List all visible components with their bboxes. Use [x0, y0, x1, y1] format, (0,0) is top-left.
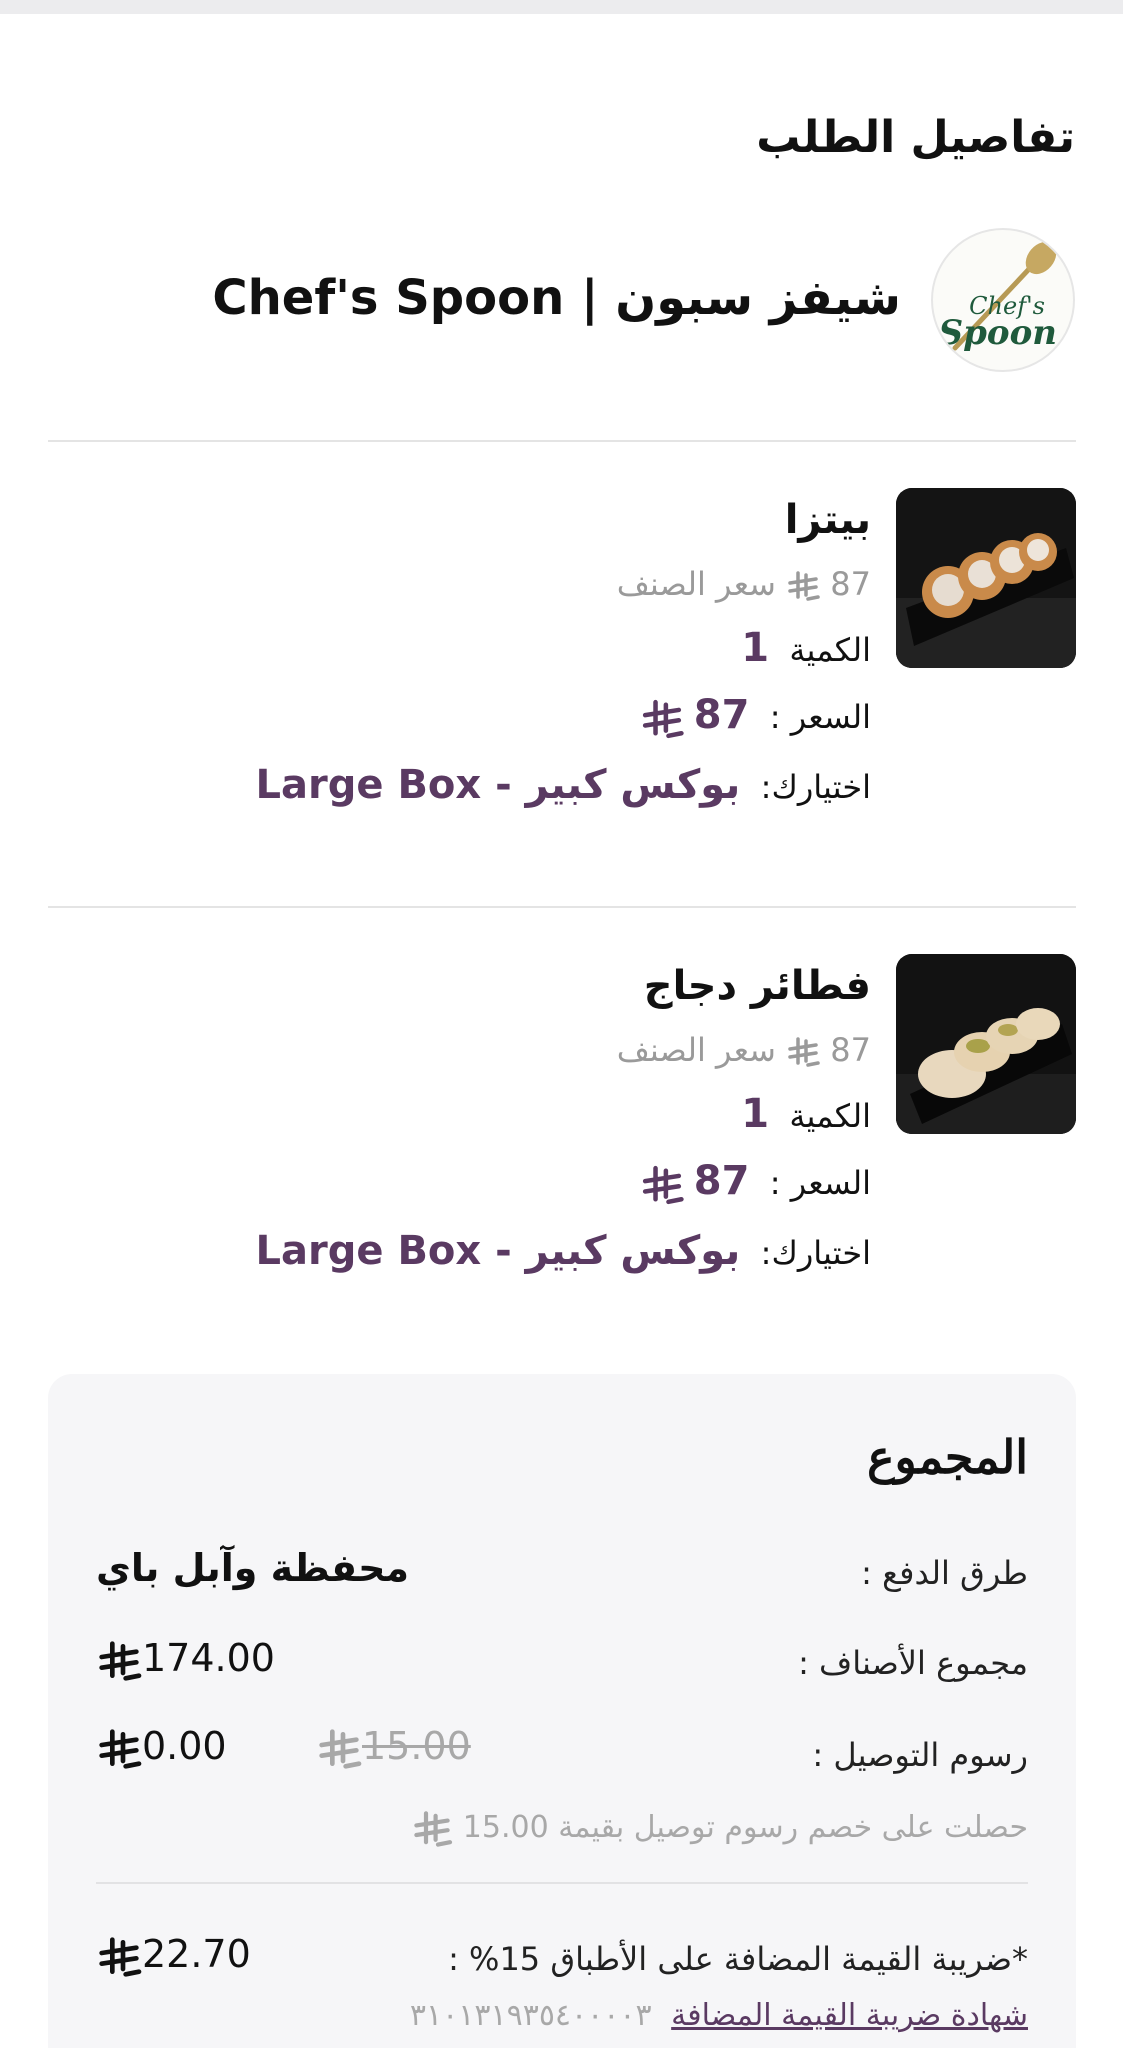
sar-riyal-icon [788, 571, 820, 601]
divider [48, 440, 1076, 442]
sar-riyal-icon [319, 1728, 362, 1769]
item-unit-price: 87 سعر الصنف [616, 565, 871, 603]
delivery-fee-original: 15.00 [316, 1724, 471, 1769]
page-title: تفاصيل الطلب [756, 112, 1075, 163]
sar-riyal-icon [642, 699, 684, 739]
delivery-discount-note: حصلت على خصم رسوم توصيل بقيمة 15.00 [411, 1810, 1028, 1847]
sar-riyal-icon [788, 1037, 820, 1067]
logo-text-bottom: Spoon [939, 313, 1057, 353]
item-unit-price: 87 سعر الصنف [616, 1031, 871, 1069]
restaurant-logo: Chef's Spoon [931, 228, 1075, 372]
vat-certificate: شهادة ضريبة القيمة المضافة ٣١٠١٣١٩٣٥٤٠٠٠… [410, 1998, 1028, 2033]
item-price: السعر : 87 [171, 680, 871, 750]
order-item: بيتزا 87 سعر الصنف الكمية 1 السعر : 87 ا… [48, 488, 1076, 868]
item-image-chicken-pies [896, 954, 1076, 1134]
vat-certificate-number: ٣١٠١٣١٩٣٥٤٠٠٠٠٣ [409, 1998, 652, 2033]
sar-riyal-icon [642, 1165, 684, 1205]
order-summary-card: المجموع طرق الدفع : محفظة وآبل باي مجموع… [48, 1374, 1076, 2048]
subtotal-label: مجموع الأصناف : [798, 1644, 1028, 1682]
vat-certificate-link[interactable]: شهادة ضريبة القيمة المضافة [671, 1998, 1028, 2033]
divider [48, 906, 1076, 908]
payment-method-label: طرق الدفع : [861, 1554, 1028, 1592]
item-quantity: الكمية 1 [741, 625, 871, 671]
summary-title: المجموع [867, 1430, 1028, 1484]
item-option: اختيارك: بوكس كبير - Large Box [255, 1228, 871, 1274]
sar-riyal-icon [99, 1936, 142, 1977]
subtotal-value: 174.00 [96, 1636, 275, 1681]
sar-riyal-icon [414, 1810, 453, 1847]
vat-label: *ضريبة القيمة المضافة على الأطباق 15% : [448, 1940, 1028, 1978]
item-name: فطائر دجاج [643, 963, 871, 1009]
item-name: بيتزا [784, 497, 871, 543]
status-bar-strip [0, 0, 1123, 14]
item-price: السعر : 87 [171, 1146, 871, 1216]
item-option: اختيارك: بوكس كبير - Large Box [255, 762, 871, 808]
sar-riyal-icon [99, 1728, 142, 1769]
vat-value: 22.70 [96, 1932, 251, 1977]
item-image-pizza [896, 488, 1076, 668]
item-quantity: الكمية 1 [741, 1091, 871, 1137]
summary-divider [96, 1882, 1028, 1884]
sar-riyal-icon [99, 1640, 142, 1681]
restaurant-name: شيفز سبون | Chef's Spoon [212, 270, 901, 326]
order-item: فطائر دجاج 87 سعر الصنف الكمية 1 السعر :… [48, 954, 1076, 1334]
payment-method-value: محفظة وآبل باي [96, 1546, 409, 1590]
delivery-fee-value: 0.00 [96, 1724, 227, 1769]
delivery-fee-label: رسوم التوصيل : [812, 1736, 1028, 1774]
